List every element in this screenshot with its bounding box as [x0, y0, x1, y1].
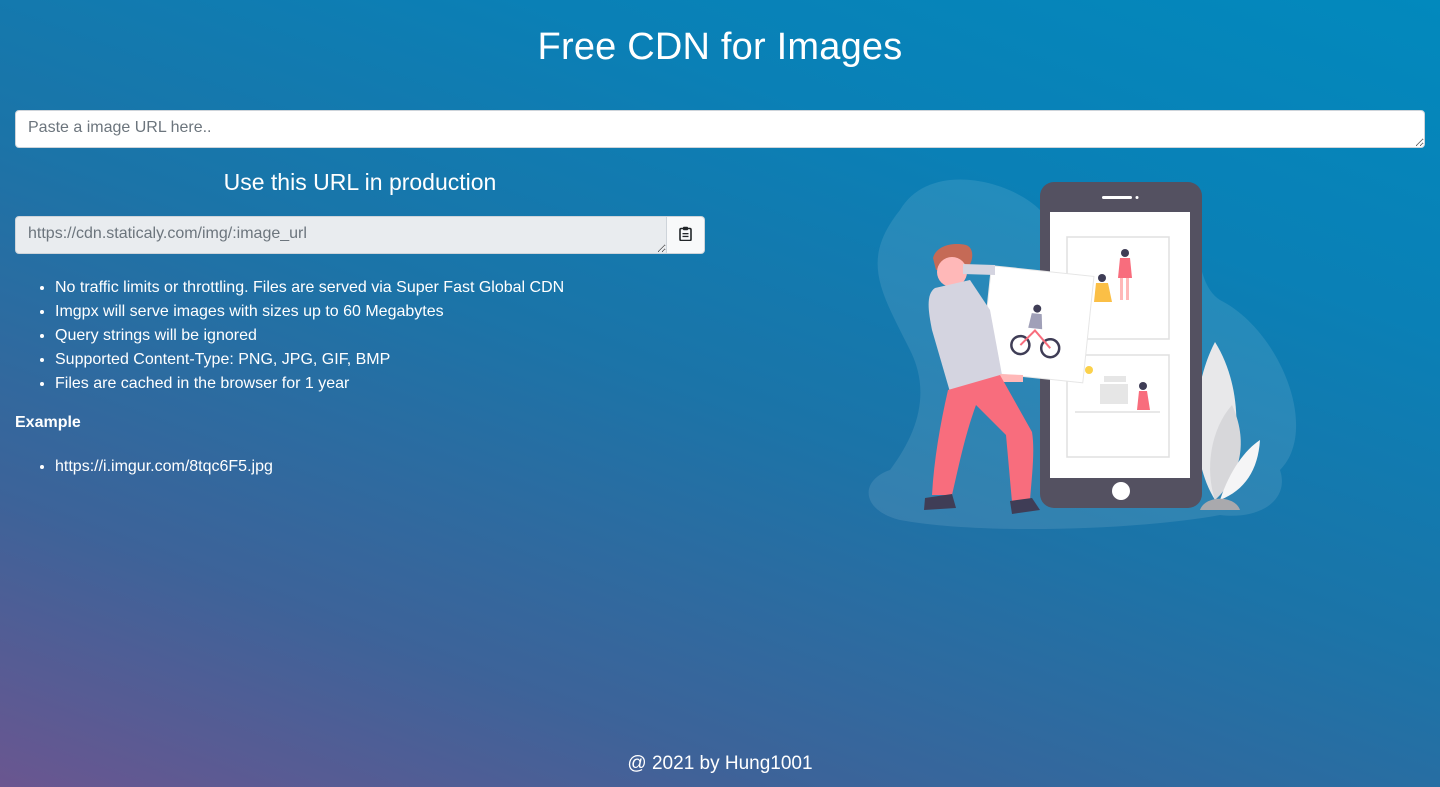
clipboard-icon — [679, 226, 692, 244]
example-label: Example — [15, 414, 81, 431]
production-url-field[interactable] — [15, 216, 667, 254]
feature-item: Imgpx will serve images with sizes up to… — [55, 300, 755, 324]
example-item: https://i.imgur.com/8tqc6F5.jpg — [55, 455, 273, 479]
example-list: https://i.imgur.com/8tqc6F5.jpg — [55, 455, 273, 479]
footer-credit: @ 2021 by Hung1001 — [627, 753, 813, 774]
copy-button[interactable] — [667, 216, 705, 254]
feature-item: Query strings will be ignored — [55, 324, 755, 348]
feature-item: Supported Content-Type: PNG, JPG, GIF, B… — [55, 348, 755, 372]
feature-item: Files are cached in the browser for 1 ye… — [55, 372, 755, 396]
hero-illustration — [860, 170, 1310, 540]
feature-list: No traffic limits or throttling. Files a… — [55, 276, 755, 396]
image-url-input[interactable] — [15, 110, 1425, 148]
page-title: Free CDN for Images — [537, 26, 903, 68]
feature-item: No traffic limits or throttling. Files a… — [55, 276, 755, 300]
production-title: Use this URL in production — [223, 169, 497, 195]
